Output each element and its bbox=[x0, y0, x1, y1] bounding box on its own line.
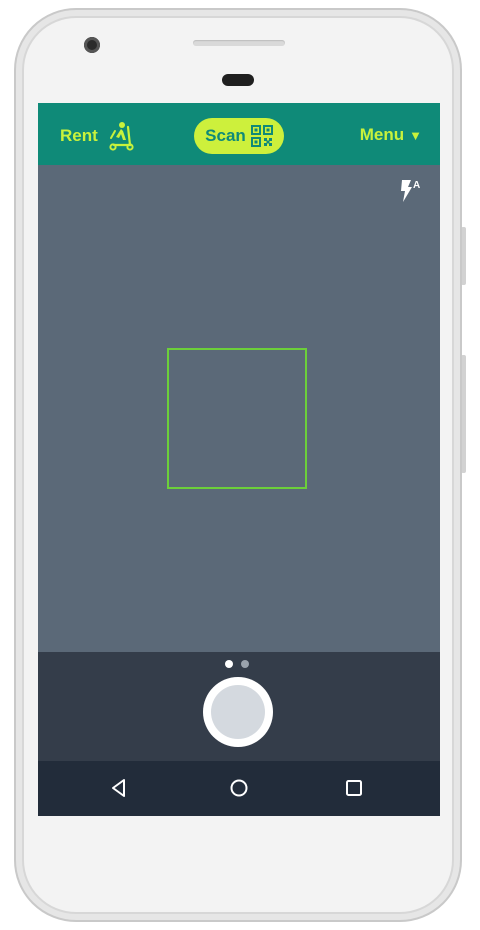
page-indicator bbox=[225, 660, 249, 668]
recents-square-icon[interactable] bbox=[341, 775, 367, 801]
menu-button[interactable]: Menu ▼ bbox=[360, 121, 422, 149]
rent-label: Rent bbox=[60, 126, 98, 145]
shutter-button[interactable] bbox=[203, 677, 273, 747]
scooter-icon bbox=[109, 122, 134, 151]
rent-tab[interactable]: Rent bbox=[60, 120, 134, 152]
home-circle-icon[interactable] bbox=[226, 775, 252, 801]
front-camera bbox=[84, 37, 100, 53]
device-mockup: Rent Scan Menu ▼ A bbox=[0, 0, 480, 930]
scan-target-frame bbox=[167, 348, 307, 489]
flash-auto-icon[interactable]: A bbox=[398, 178, 424, 204]
menu-label: Menu bbox=[359, 125, 405, 144]
shutter-button-inner bbox=[211, 685, 265, 739]
scan-tab[interactable]: Scan bbox=[194, 118, 284, 154]
page-dot-inactive[interactable] bbox=[241, 660, 249, 668]
page-dot-active[interactable] bbox=[225, 660, 233, 668]
scan-label: Scan bbox=[205, 126, 246, 145]
caret-down-icon: ▼ bbox=[409, 127, 422, 143]
speaker-grille bbox=[193, 40, 285, 46]
top-bar: Rent Scan Menu ▼ bbox=[38, 103, 440, 165]
back-triangle-icon[interactable] bbox=[106, 775, 132, 801]
system-nav-bar bbox=[38, 761, 440, 816]
earpiece bbox=[222, 74, 254, 86]
camera-controls bbox=[38, 652, 440, 761]
qr-code-icon bbox=[250, 125, 273, 147]
flash-mode-label: A bbox=[413, 180, 420, 191]
app-screen: Rent Scan Menu ▼ A bbox=[38, 103, 440, 816]
